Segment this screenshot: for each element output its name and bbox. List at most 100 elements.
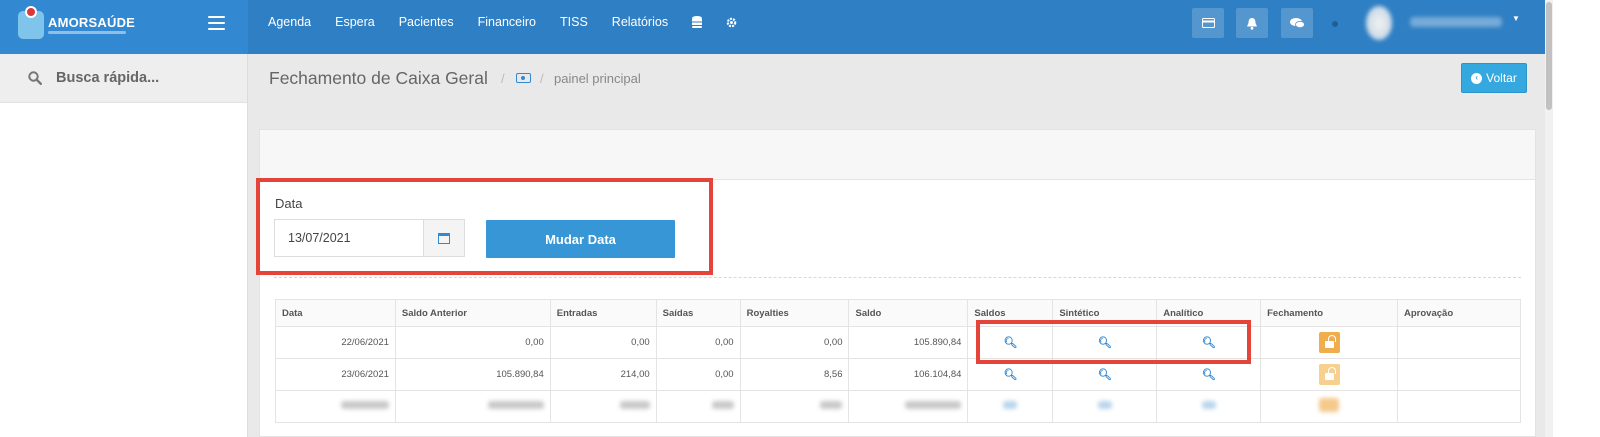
nav-agenda[interactable]: Agenda [268,15,311,29]
gear-icon[interactable] [726,17,737,28]
cell-blurred [1397,390,1521,423]
column-header[interactable]: Sintético [1052,299,1158,327]
card-icon[interactable] [1192,8,1224,38]
page-margin [1553,0,1600,437]
search-icon[interactable]: 🔍︎ [1003,369,1017,381]
brand-name: AMORSAÚDE [48,15,136,30]
change-date-button[interactable]: Mudar Data [486,220,675,258]
chat-icon[interactable] [1281,8,1313,38]
column-header[interactable]: Royalties [739,299,850,327]
cell-fechamento [1260,358,1399,391]
sidebar: Busca rápida... [0,54,248,437]
calendar-icon [438,232,450,244]
cell-aprovacao [1397,358,1521,391]
table-header-row: Data Saldo Anterior Entradas Saídas Roya… [275,299,1521,327]
cell-sintetico: 🔍︎ [1052,326,1158,359]
bell-icon[interactable] [1236,8,1268,38]
cell-saldo-anterior: 0,00 [394,326,551,359]
cell-date: 23/06/2021 [275,358,396,391]
brand-tagline [48,31,126,34]
search-icon[interactable]: 🔍︎ [1003,337,1017,349]
nav-tiss[interactable]: TISS [560,15,588,29]
column-header[interactable]: Entradas [549,299,657,327]
calendar-button[interactable] [423,219,465,257]
cell-entradas: 0,00 [549,326,657,359]
search-icon[interactable]: 🔍︎ [1098,337,1112,349]
cell-blurred [848,390,969,423]
date-field[interactable]: 13/07/2021 [274,219,424,257]
cell-royalties: 8,56 [739,358,850,391]
quick-search-label: Busca rápida... [56,70,160,86]
scrollbar-thumb[interactable] [1546,2,1552,110]
menu-toggle-icon[interactable] [208,16,225,30]
cell-blurred [655,390,741,423]
cell-blurred [1156,390,1262,423]
column-header[interactable]: Aprovação [1397,299,1521,327]
back-button-label: Voltar [1486,71,1517,85]
unlock-icon [1324,334,1336,348]
nav-relatorios[interactable]: Relatórios [612,15,668,29]
column-header[interactable]: Saídas [655,299,741,327]
cell-analitico: 🔍︎ [1156,326,1262,359]
main-nav: Agenda Espera Pacientes Financeiro TISS … [268,0,761,44]
cell-aprovacao [1397,326,1521,359]
cell-blurred [394,390,551,423]
cell-royalties: 0,00 [739,326,850,359]
search-icon [28,71,42,85]
unlock-button[interactable] [1318,332,1340,353]
breadcrumb-current: painel principal [554,71,641,86]
page-title: Fechamento de Caixa Geral [269,68,488,88]
column-header[interactable]: Fechamento [1260,299,1399,327]
brand-area: AMORSAÚDE [0,0,248,54]
money-icon [516,73,531,83]
cell-blurred [275,390,396,423]
scrollbar[interactable] [1545,0,1553,437]
search-icon[interactable]: 🔍︎ [1098,369,1112,381]
cell-blurred [549,390,657,423]
nav-pacientes[interactable]: Pacientes [399,15,454,29]
column-header[interactable]: Data [275,299,396,327]
search-icon[interactable]: 🔍︎ [1202,337,1216,349]
unlock-icon [1324,366,1336,380]
column-header[interactable]: Saldo Anterior [394,299,551,327]
cell-blurred [1052,390,1158,423]
panel-header [260,130,1535,180]
user-name-blurred[interactable] [1410,17,1502,27]
back-button[interactable]: ‹ Voltar [1461,63,1527,93]
column-header[interactable]: Saldo [848,299,969,327]
cell-saidas: 0,00 [655,326,741,359]
avatar[interactable] [1366,6,1392,40]
cash-closing-table: Data Saldo Anterior Entradas Saídas Roya… [275,299,1521,423]
top-navbar: AMORSAÚDE Agenda Espera Pacientes Financ… [0,0,1600,54]
table-row: 22/06/2021 0,00 0,00 0,00 0,00 105.890,8… [275,326,1521,359]
cell-saldo: 106.104,84 [848,358,969,391]
chevron-down-icon[interactable]: ▼ [1512,14,1520,23]
divider [274,277,1521,278]
cell-fechamento [1260,326,1399,359]
cell-entradas: 214,00 [549,358,657,391]
column-header[interactable]: Saldos [967,299,1054,327]
cell-saldo-anterior: 105.890,84 [394,358,551,391]
cell-sintetico: 🔍︎ [1052,358,1158,391]
breadcrumb-separator: / [501,71,505,86]
chevron-left-icon: ‹ [1471,72,1483,84]
cell-blurred [739,390,850,423]
status-dot [1332,21,1338,27]
cell-analitico: 🔍︎ [1156,358,1262,391]
breadcrumb-separator: / [540,71,544,86]
logo-heart-icon [25,6,37,18]
cell-saidas: 0,00 [655,358,741,391]
nav-financeiro[interactable]: Financeiro [478,15,536,29]
date-label: Data [275,196,303,211]
column-header[interactable]: Analítico [1156,299,1262,327]
quick-search[interactable]: Busca rápida... [0,54,247,103]
unlock-button[interactable] [1318,364,1340,385]
cell-blurred [967,390,1054,423]
cell-saldos: 🔍︎ [967,358,1054,391]
nav-espera[interactable]: Espera [335,15,375,29]
search-icon[interactable]: 🔍︎ [1202,369,1216,381]
cell-blurred [1260,390,1399,423]
table-row-blurred [275,390,1521,423]
cell-date: 22/06/2021 [275,326,396,359]
database-icon[interactable] [692,16,703,28]
